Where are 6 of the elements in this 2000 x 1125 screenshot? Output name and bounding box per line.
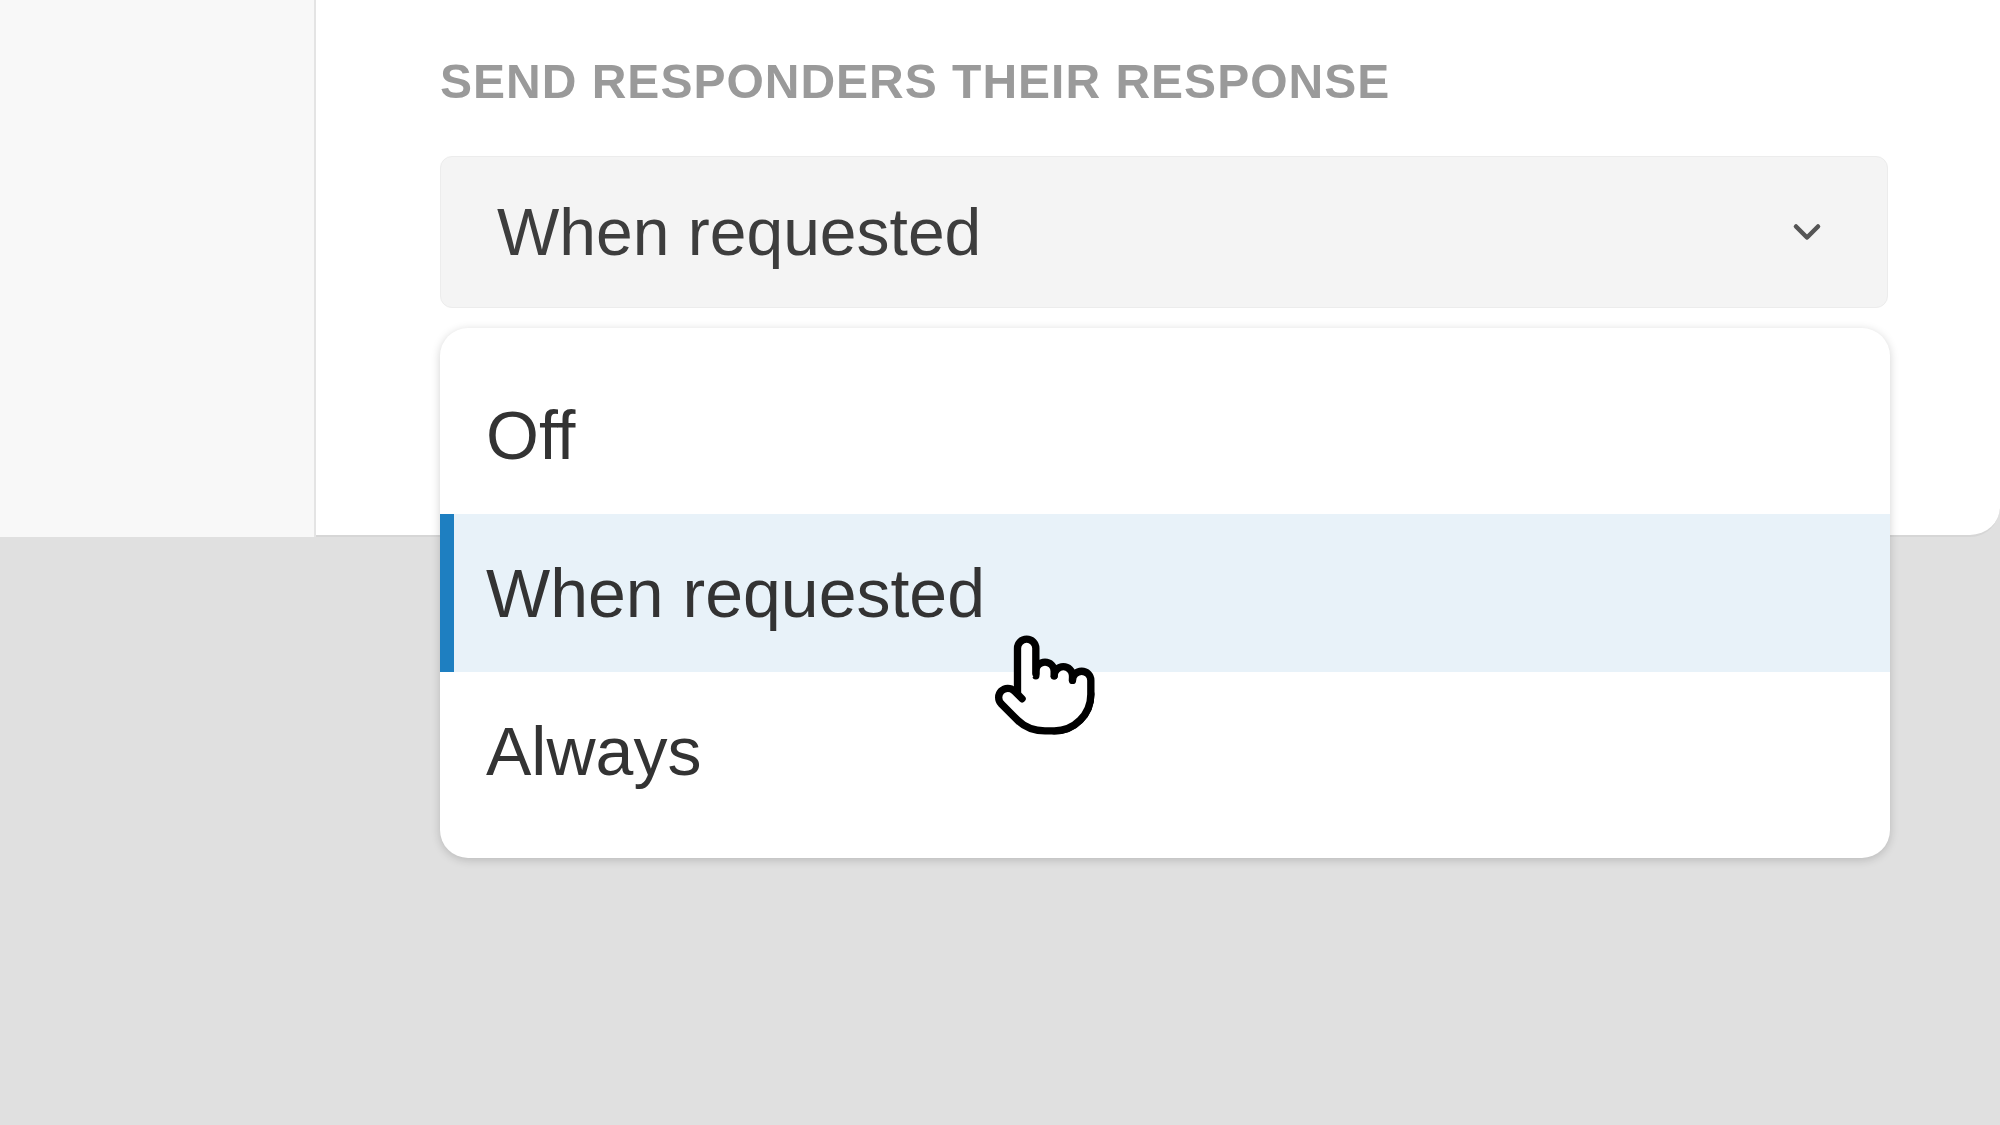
dropdown-option[interactable]: When requested	[440, 514, 1890, 672]
dropdown-option[interactable]: Off	[440, 356, 1890, 514]
dropdown-option[interactable]: Always	[440, 672, 1890, 830]
response-select[interactable]: When requested	[440, 156, 1888, 308]
section-heading: SEND RESPONDERS THEIR RESPONSE	[440, 58, 1391, 106]
select-value: When requested	[497, 193, 982, 271]
